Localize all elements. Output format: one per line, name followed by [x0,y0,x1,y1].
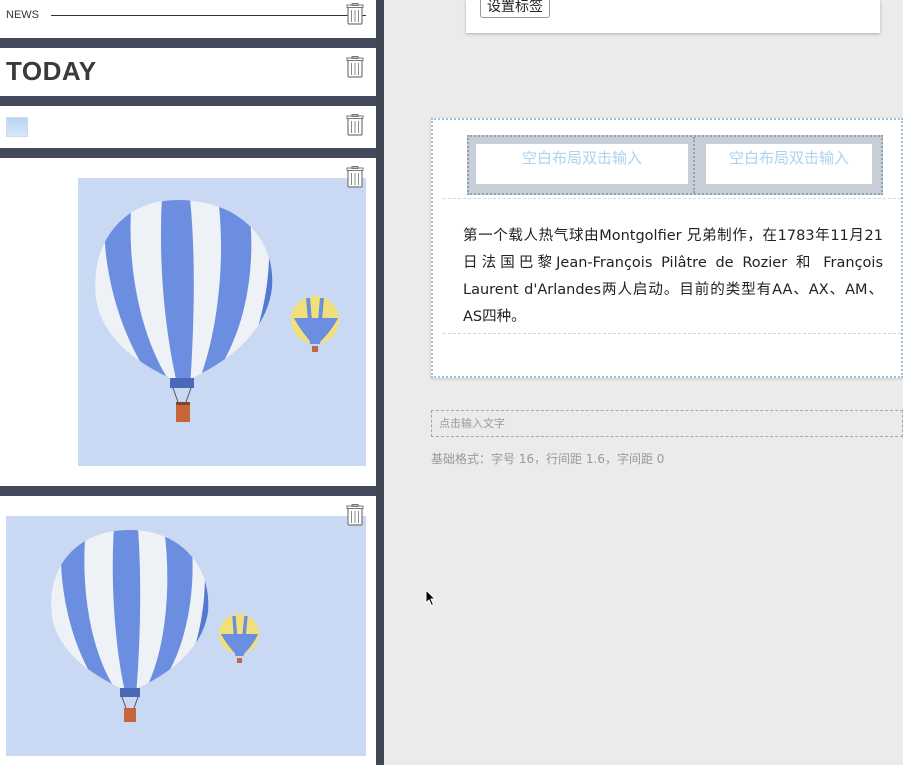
base-format-info: 基础格式：字号 16，行间距 1.6，字间距 0 [431,452,665,466]
tag-card: 设置标签 [466,0,880,33]
body-paragraph[interactable]: 第一个载人热气球由Montgolfier 兄弟制作，在1783年11月21日法国… [463,223,883,331]
hot-air-balloon-image [78,178,366,466]
today-title: TODAY [6,56,97,86]
grid-separator [693,137,695,193]
dashed-divider [443,333,901,334]
grid-cell-left[interactable]: 空白布局双击输入 [476,144,688,184]
text-input-field[interactable]: 点击输入文字 [431,410,903,437]
trash-icon[interactable] [346,114,364,136]
trash-icon[interactable] [346,3,364,25]
dashed-divider [443,198,901,199]
news-divider-line [51,15,366,16]
trash-icon[interactable] [346,504,364,526]
two-column-grid: 空白布局双击输入 空白布局双击输入 [467,135,883,195]
hot-air-balloon-image [6,516,366,756]
news-block[interactable]: NEWS [0,0,376,38]
mouse-cursor-icon [425,588,437,611]
set-tag-button[interactable]: 设置标签 [480,0,550,18]
panel-divider [376,0,384,765]
color-block[interactable] [0,106,376,148]
image-block[interactable] [0,496,376,765]
grid-cell-right[interactable]: 空白布局双击输入 [706,144,872,184]
today-block[interactable]: TODAY [0,48,376,96]
trash-icon[interactable] [346,56,364,78]
template-sidebar: NEWS TODAY [0,0,376,765]
layout-block[interactable]: 空白布局双击输入 空白布局双击输入 第一个载人热气球由Montgolfier 兄… [431,118,903,378]
trash-icon[interactable] [346,166,364,188]
image-block[interactable] [0,158,376,486]
news-label: NEWS [6,9,39,21]
color-swatch[interactable] [6,117,28,137]
